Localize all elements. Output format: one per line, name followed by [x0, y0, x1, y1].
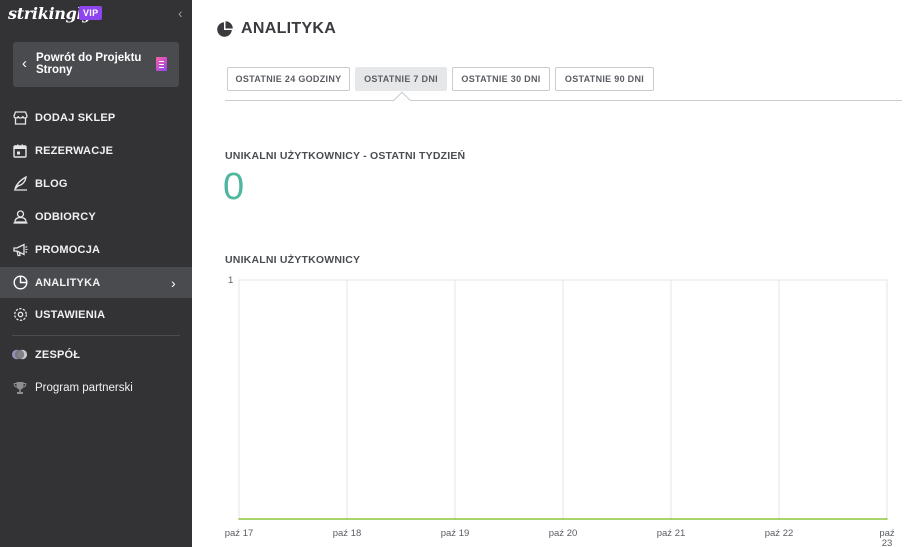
sidebar-item-analityka[interactable]: ANALITYKA › [0, 267, 192, 298]
pie-chart-icon [217, 20, 233, 37]
tab-ostatnie-90-dni[interactable]: OSTATNIE 90 DNI [555, 67, 654, 91]
unique-users-week-value: 0 [223, 166, 245, 208]
sidebar-item-label: USTAWIENIA [35, 308, 106, 321]
data-point [886, 518, 888, 520]
data-point [670, 518, 672, 520]
x-tick-label: paź [879, 528, 895, 539]
data-point [562, 518, 564, 520]
tab-ostatnie-7-dni[interactable]: OSTATNIE 7 DNI [355, 67, 447, 91]
tab-ostatnie-24-godziny[interactable]: OSTATNIE 24 GODZINY [227, 67, 350, 91]
sidebar-item-label: DODAJ SKLEP [35, 111, 116, 124]
vip-badge: VIP [79, 6, 103, 20]
sidebar-item-label: REZERWACJE [35, 144, 114, 157]
sidebar-item-rezerwacje[interactable]: REZERWACJE [0, 135, 192, 166]
chevron-right-icon: › [171, 274, 176, 291]
sidebar: strikingly VIP ‹ ‹ Powrót do Projektu St… [0, 0, 192, 547]
tabs-divider [225, 100, 902, 101]
calendar-icon [12, 143, 28, 159]
active-tab-pointer [393, 91, 411, 109]
x-tick-label: paź 19 [441, 528, 470, 539]
sidebar-item-odbiorcy[interactable]: ODBIORCY [0, 201, 192, 232]
sidebar-item-program-partnerski[interactable]: Program partnerski [0, 372, 192, 403]
chevron-left-icon[interactable]: ‹ [178, 5, 183, 21]
x-tick-label: paź 17 [225, 528, 254, 539]
x-tick-label: paź 20 [549, 528, 578, 539]
page-title: ANALITYKA [241, 20, 337, 37]
x-tick-label: paź 21 [657, 528, 686, 539]
sidebar-item-label: Program partnerski [35, 381, 133, 394]
x-tick-label: 23 [882, 538, 893, 547]
sidebar-item-blog[interactable]: BLOG [0, 168, 192, 199]
y-tick-label: 1 [228, 275, 233, 286]
back-to-site-label: Powrót do Projektu Strony [36, 52, 142, 76]
unique-users-chart-label: UNIKALNI UŻYTKOWNICY [225, 254, 361, 266]
sidebar-divider [12, 335, 180, 336]
sidebar-item-label: BLOG [35, 177, 68, 190]
chevron-left-icon: ‹ [22, 55, 27, 72]
gear-icon [12, 307, 28, 323]
plot-frame [238, 279, 888, 520]
team-icon [12, 347, 28, 363]
sidebar-item-label: ZESPÓŁ [35, 348, 81, 361]
sidebar-item-label: PROMOCJA [35, 243, 101, 256]
document-icon [156, 57, 167, 71]
sidebar-item-zespol[interactable]: ZESPÓŁ [0, 339, 192, 370]
contacts-icon [12, 209, 28, 225]
megaphone-icon [12, 242, 28, 258]
data-point [778, 518, 780, 520]
sidebar-item-label: ODBIORCY [35, 210, 96, 223]
data-point [454, 518, 456, 520]
trophy-icon [12, 380, 28, 396]
back-to-site-button[interactable]: ‹ Powrót do Projektu Strony [13, 42, 179, 87]
sidebar-item-promocja[interactable]: PROMOCJA [0, 234, 192, 265]
sidebar-item-dodaj-sklep[interactable]: DODAJ SKLEP [0, 102, 192, 133]
data-point [346, 518, 348, 520]
unique-users-week-label: UNIKALNI UŻYTKOWNICY - OSTATNI TYDZIEŃ [225, 150, 466, 162]
tab-ostatnie-30-dni[interactable]: OSTATNIE 30 DNI [452, 67, 550, 91]
x-tick-label: paź 22 [765, 528, 794, 539]
sidebar-item-ustawienia[interactable]: USTAWIENIA [0, 299, 192, 330]
store-icon [12, 110, 28, 126]
page-header: ANALITYKA [216, 20, 336, 38]
sidebar-item-label: ANALITYKA [35, 276, 101, 289]
quill-icon [12, 176, 28, 192]
data-point [238, 518, 240, 520]
pie-chart-icon [12, 275, 28, 291]
x-tick-label: paź 18 [333, 528, 362, 539]
